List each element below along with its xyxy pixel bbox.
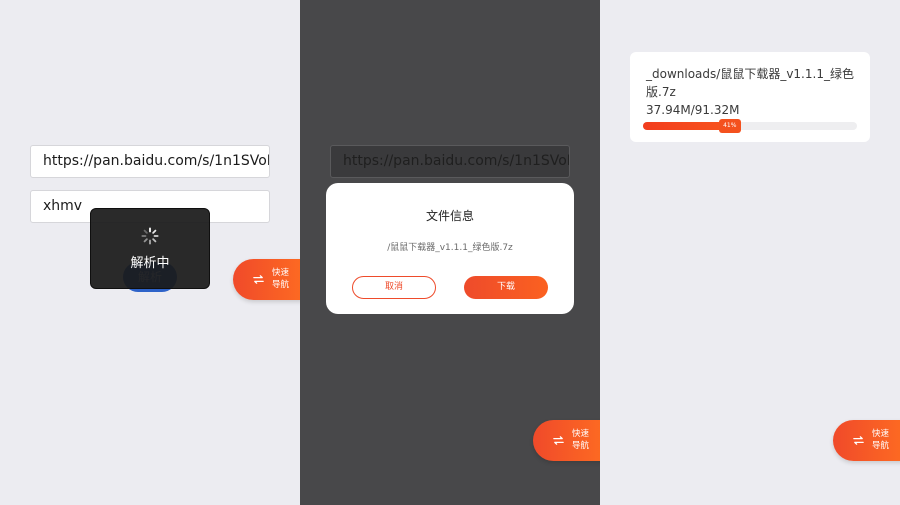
loading-text: 解析中: [130, 256, 170, 271]
quick-nav-label: 快速 导航: [572, 429, 590, 451]
file-info-dialog: 文件信息 /鼠鼠下载器_v1.1.1_绿色版.7z 取消 下载: [326, 183, 574, 314]
download-screen: _downloads/鼠鼠下载器_v1.1.1_绿色版.7z 37.94M/91…: [600, 0, 900, 505]
swap-arrows-icon: [253, 275, 264, 284]
dialog-file-path: /鼠鼠下载器_v1.1.1_绿色版.7z: [387, 243, 513, 253]
progress-bar: 41%: [643, 119, 857, 133]
download-size: 37.94M/91.32M: [646, 103, 740, 117]
parse-screen: https://pan.baidu.com/s/1n1SVoL xhmv 解析 …: [0, 0, 300, 505]
cancel-button[interactable]: 取消: [352, 276, 436, 299]
url-input-dimmed: https://pan.baidu.com/s/1n1SVoL: [330, 145, 570, 178]
download-file-name: _downloads/鼠鼠下载器_v1.1.1_绿色版.7z: [646, 67, 854, 99]
swap-arrows-icon: [553, 436, 564, 445]
loading-toast: 解析中: [90, 208, 210, 289]
quick-nav-button[interactable]: 快速 导航: [233, 259, 300, 300]
quick-nav-button[interactable]: 快速 导航: [833, 420, 900, 461]
progress-fill: [643, 122, 731, 130]
spinner-icon: [141, 227, 159, 245]
quick-nav-button[interactable]: 快速 导航: [533, 420, 600, 461]
url-input[interactable]: https://pan.baidu.com/s/1n1SVoL: [30, 145, 270, 178]
download-button[interactable]: 下载: [464, 276, 548, 299]
quick-nav-label: 快速 导航: [872, 429, 890, 451]
progress-percent-badge: 41%: [718, 119, 741, 133]
dialog-title: 文件信息: [425, 209, 474, 223]
swap-arrows-icon: [853, 436, 864, 445]
quick-nav-label: 快速 导航: [272, 268, 290, 290]
download-item-card[interactable]: _downloads/鼠鼠下载器_v1.1.1_绿色版.7z 37.94M/91…: [630, 52, 870, 142]
file-info-screen: https://pan.baidu.com/s/1n1SVoL 文件信息 /鼠鼠…: [300, 0, 600, 505]
